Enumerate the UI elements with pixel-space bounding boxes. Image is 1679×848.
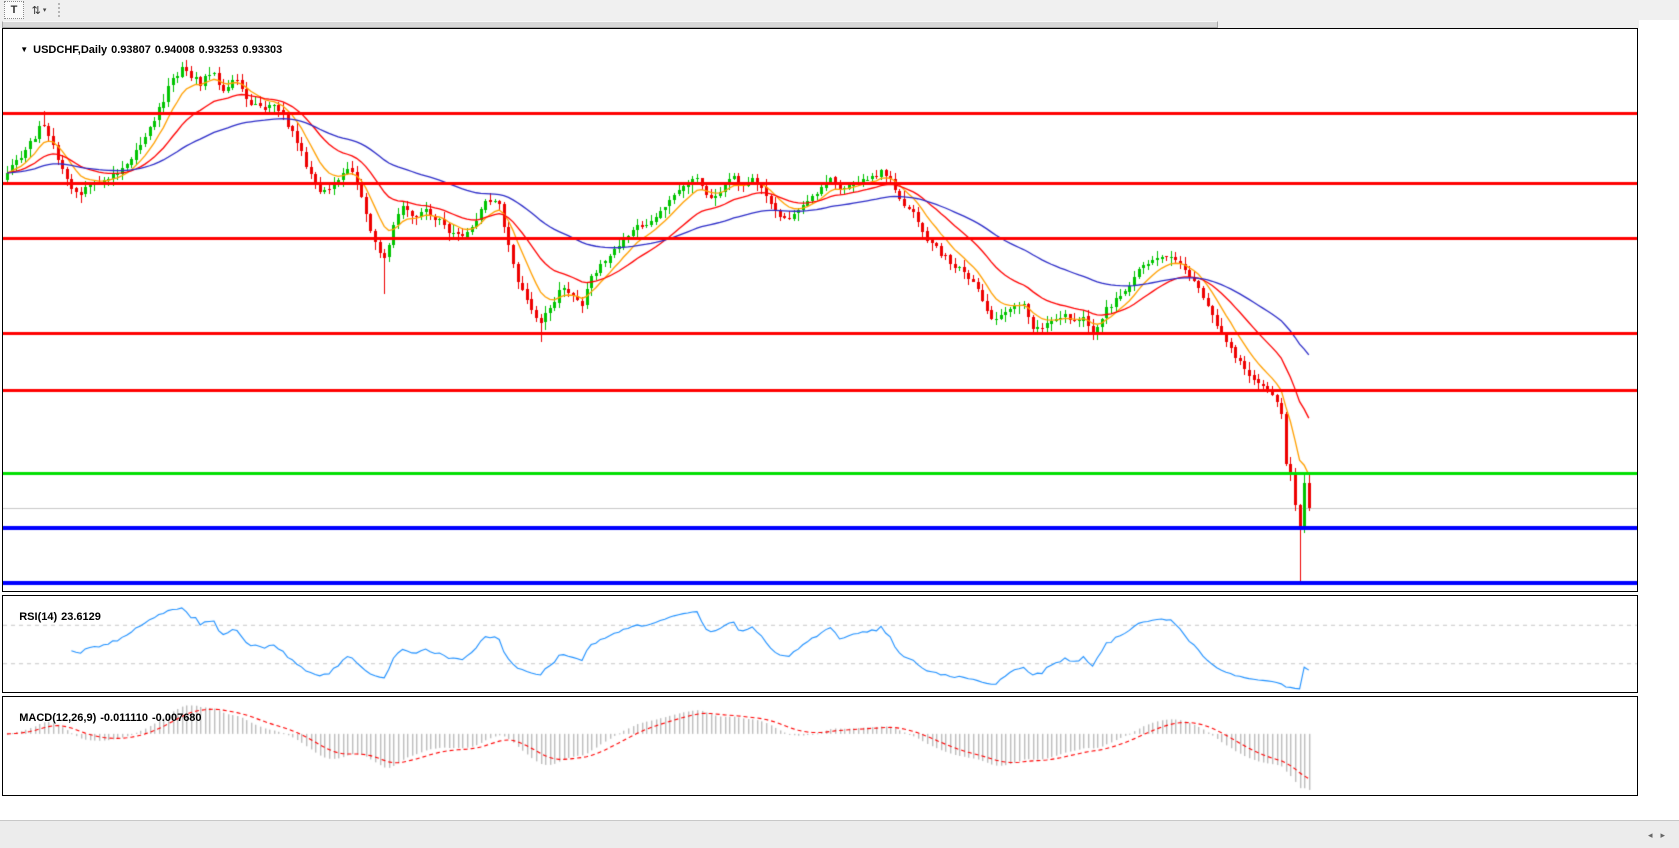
ohlc-open: 0.93807 xyxy=(111,44,151,56)
chart-symbol-label: USDCHF,Daily xyxy=(33,44,107,56)
main-chart-canvas[interactable] xyxy=(3,29,1637,591)
rsi-label: RSI(14) 23.6129 xyxy=(7,599,105,635)
trading-platform-window: T ⇅ ▾ ▼ USDCHF,Daily 0.93807 0.94008 0.93253… xyxy=(0,0,1679,848)
price-axis xyxy=(1639,20,1679,797)
chart-toolbar: T ⇅ ▾ xyxy=(0,0,1679,21)
tab-scroll-left-icon[interactable]: ◂ xyxy=(1648,830,1661,840)
rsi-indicator-pane[interactable] xyxy=(2,595,1638,693)
ohlc-high: 0.94008 xyxy=(155,44,195,56)
chart-tab-bar: ◂▸ xyxy=(0,820,1679,848)
arrange-icon: ⇅ xyxy=(32,4,41,17)
tab-scroll-right-icon[interactable]: ▸ xyxy=(1660,830,1673,840)
chart-horizontal-scrollbar[interactable] xyxy=(0,20,1679,28)
rsi-name: RSI(14) xyxy=(19,611,57,623)
chart-title-caret-icon: ▼ xyxy=(20,45,28,54)
macd-canvas[interactable] xyxy=(3,697,1637,795)
price-chart-pane[interactable] xyxy=(2,28,1638,592)
rsi-value: 23.6129 xyxy=(61,611,101,623)
chart-title: ▼ USDCHF,Daily 0.93807 0.94008 0.932530.9330… xyxy=(8,32,286,68)
macd-name: MACD(12,26,9) xyxy=(19,712,96,724)
macd-indicator-pane[interactable] xyxy=(2,696,1638,796)
scrollbar-thumb[interactable] xyxy=(2,21,1218,28)
arrange-tool-button[interactable]: ⇅ ▾ xyxy=(28,2,50,18)
tab-scroll-arrows[interactable]: ◂▸ xyxy=(1648,830,1673,841)
macd-label: MACD(12,26,9) -0.011110 -0.007680 xyxy=(7,700,206,736)
time-axis xyxy=(2,797,1638,820)
ohlc-low: 0.93253 xyxy=(199,44,239,56)
toolbar-grip xyxy=(58,3,65,17)
chevron-down-icon: ▾ xyxy=(43,6,47,14)
text-tool-button[interactable]: T xyxy=(4,1,24,19)
rsi-canvas[interactable] xyxy=(3,596,1637,692)
ohlc-close: 0.93303 xyxy=(242,44,282,56)
macd-signal-value: -0.007680 xyxy=(152,712,202,724)
macd-main-value: -0.011110 xyxy=(100,712,148,724)
